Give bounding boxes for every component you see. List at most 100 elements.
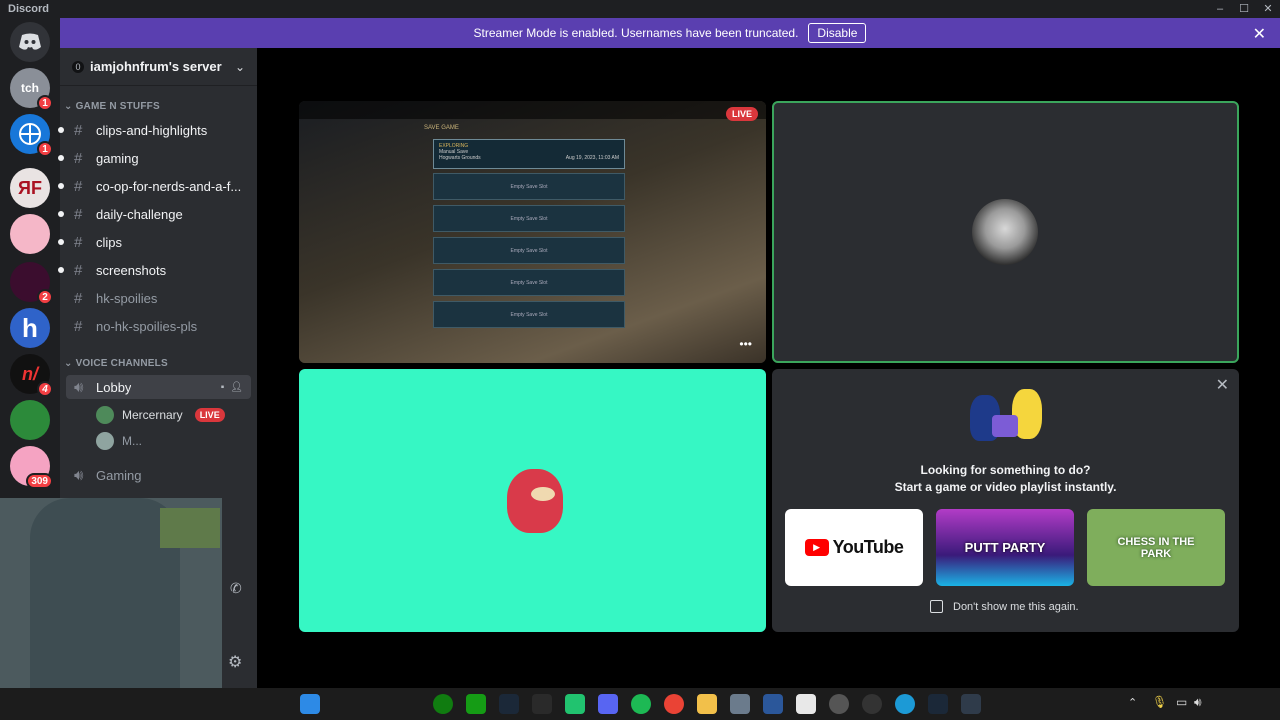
game-menu-bar — [299, 101, 766, 119]
avatar — [96, 432, 114, 450]
save-slot-current: EXPLORING Manual Save Hogwarts Grounds Au… — [433, 139, 625, 169]
streamer-mode-banner: Streamer Mode is enabled. Usernames have… — [60, 18, 1280, 48]
title-bar: Discord – ☐ ✕ — [0, 0, 1280, 18]
server-icon[interactable]: tch 1 — [10, 68, 53, 111]
volume-icon[interactable]: 🔊︎ — [1194, 695, 1202, 710]
speaker-icon: 🔊︎ — [74, 378, 84, 396]
word-icon[interactable] — [763, 694, 783, 714]
windows-start-icon[interactable] — [300, 694, 320, 714]
chrome-icon[interactable] — [664, 694, 684, 714]
xbox-icon[interactable] — [433, 694, 453, 714]
activity-card-putt-party[interactable]: PUTT PARTY — [936, 509, 1074, 586]
channel-item[interactable]: # clips — [58, 230, 257, 254]
activity-card-youtube[interactable]: ▶ YouTube — [785, 509, 923, 586]
live-badge: LIVE — [725, 107, 758, 121]
voice-channel-lobby[interactable]: 🔊︎ Lobby ▪ 👤︎ — [66, 375, 251, 399]
taskbar: ⌃ 🎙︎ ▭ 🔊︎ — [0, 688, 1280, 720]
server-icon[interactable] — [10, 400, 50, 440]
category-voice[interactable]: ⌄ VOICE CHANNELS — [64, 358, 168, 369]
server-icon[interactable]: 309 — [10, 446, 53, 489]
microphone-icon[interactable]: 🎙︎ — [1152, 695, 1167, 709]
discord-taskbar-icon[interactable] — [598, 694, 618, 714]
settings-app-icon[interactable] — [730, 694, 750, 714]
participant-tile[interactable] — [772, 101, 1239, 363]
hash-icon: # — [74, 205, 83, 223]
file-icon[interactable] — [796, 694, 816, 714]
hash-icon: # — [74, 261, 83, 279]
channel-item[interactable]: # daily-challenge — [58, 202, 257, 226]
unread-badge: 4 — [37, 381, 53, 397]
hash-icon: # — [74, 233, 83, 251]
activity-card-chess[interactable]: CHESS IN THE PARK — [1087, 509, 1225, 586]
save-slot: Empty Save Slot — [433, 205, 625, 232]
activity-illustration — [962, 385, 1052, 447]
activity-launcher: ✕ Looking for something to do? Start a g… — [772, 369, 1239, 632]
youtube-icon: ▶ — [804, 539, 829, 556]
hash-icon: # — [74, 149, 83, 167]
invite-icon[interactable]: 👤︎ — [230, 382, 243, 393]
dont-show-checkbox[interactable] — [930, 600, 943, 613]
unread-badge: 309 — [26, 473, 53, 489]
voice-member[interactable]: Mercernary LIVE — [96, 404, 225, 426]
chevron-down-icon[interactable]: ⌄ — [235, 60, 245, 74]
server-icon[interactable]: 2 — [10, 262, 53, 305]
server-icon[interactable] — [10, 214, 50, 254]
app-icon[interactable] — [565, 694, 585, 714]
channel-item[interactable]: # no-hk-spoilies-pls — [60, 314, 257, 338]
dont-show-row: Don't show me this again. — [930, 600, 1079, 613]
channel-item[interactable]: # gaming — [58, 146, 257, 170]
edge-icon[interactable] — [895, 694, 915, 714]
save-slot: Empty Save Slot — [433, 269, 625, 296]
server-header[interactable]: 0 iamjohnfrum's server ⌄ — [60, 48, 257, 86]
close-icon[interactable]: ✕ — [1253, 24, 1266, 44]
steam-icon[interactable] — [499, 694, 519, 714]
participant-tile[interactable] — [299, 369, 766, 632]
more-icon[interactable]: ••• — [739, 337, 752, 351]
spotify-icon[interactable] — [631, 694, 651, 714]
channel-item[interactable]: # hk-spoilies — [60, 286, 257, 310]
character-avatar — [507, 469, 563, 533]
unread-badge: 2 — [37, 289, 53, 305]
app-icon[interactable] — [829, 694, 849, 714]
stream-tile-game[interactable]: LIVE SAVE GAME EXPLORING Manual Save Hog… — [299, 101, 766, 363]
app-icon[interactable] — [961, 694, 981, 714]
speaker-icon: 🔊︎ — [74, 466, 84, 484]
settings-icon[interactable]: ⚙ — [228, 652, 242, 672]
disconnect-icon[interactable]: ✆ — [230, 580, 242, 597]
epic-icon[interactable] — [532, 694, 552, 714]
voice-channel-gaming[interactable]: 🔊︎ Gaming — [66, 463, 263, 487]
channel-item[interactable]: # co-op-for-nerds-and-a-f... — [58, 174, 257, 198]
xbox-app-icon[interactable] — [466, 694, 486, 714]
server-name: iamjohnfrum's server — [90, 59, 222, 74]
close-button[interactable]: ✕ — [1256, 0, 1280, 18]
disable-button[interactable]: Disable — [808, 23, 867, 43]
close-icon[interactable]: ✕ — [1216, 375, 1229, 395]
webcam-overlay — [0, 498, 222, 720]
discord-home-icon[interactable] — [10, 22, 50, 62]
speedometer-icon[interactable] — [862, 694, 882, 714]
server-icon[interactable]: n/4 — [10, 354, 53, 397]
server-icon[interactable]: 1 — [10, 114, 53, 157]
activity-prompt-line2: Start a game or video playlist instantly… — [894, 480, 1117, 494]
maximize-button[interactable]: ☐ — [1232, 0, 1256, 18]
window-controls: – ☐ ✕ — [1208, 0, 1280, 18]
voice-member[interactable]: M... — [96, 430, 142, 452]
steam-icon[interactable] — [928, 694, 948, 714]
folder-icon[interactable] — [697, 694, 717, 714]
banner-text: Streamer Mode is enabled. Usernames have… — [473, 26, 799, 40]
channel-item[interactable]: # clips-and-highlights — [58, 118, 257, 142]
avatar — [972, 199, 1038, 265]
save-slot: Empty Save Slot — [433, 301, 625, 328]
network-icon[interactable]: ▭ — [1176, 695, 1187, 709]
chevron-up-icon[interactable]: ⌃ — [1128, 696, 1137, 709]
server-icon[interactable]: h — [10, 308, 50, 348]
activity-prompt-line1: Looking for something to do? — [920, 463, 1091, 477]
chat-icon[interactable]: ▪ — [221, 382, 225, 393]
server-badge: 0 — [72, 60, 84, 73]
channel-item[interactable]: # screenshots — [58, 258, 257, 282]
save-slot: Empty Save Slot — [433, 173, 625, 200]
category-text[interactable]: ⌄ GAME N STUFFS — [64, 101, 160, 112]
server-icon[interactable]: ЯF — [10, 168, 50, 208]
avatar — [96, 406, 114, 424]
minimize-button[interactable]: – — [1208, 0, 1232, 18]
